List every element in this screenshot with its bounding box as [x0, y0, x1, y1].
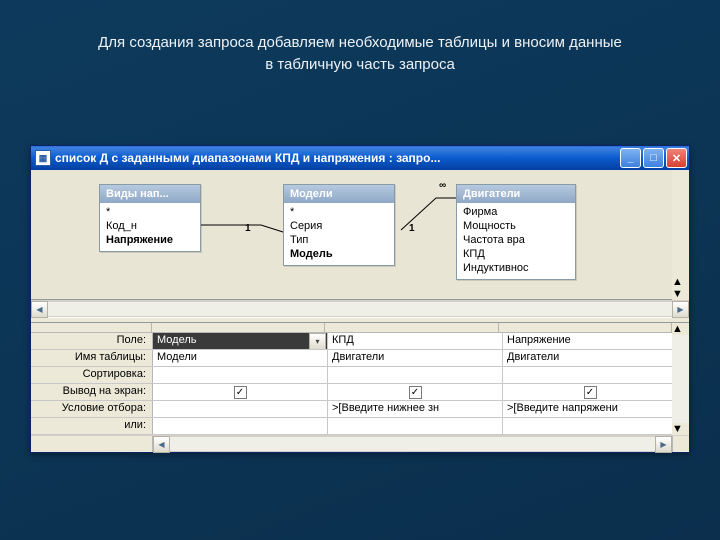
table-fields: Фирма Мощность Частота вра КПД Индуктивн…	[457, 203, 575, 279]
checkbox-checked-icon[interactable]: ✓	[409, 386, 422, 399]
scroll-up-icon[interactable]: ▲	[672, 323, 689, 335]
relationship-diagram[interactable]: 1 1 ∞ Виды нап... * Код_н Напряжение Мод…	[31, 170, 689, 300]
row-label-show: Вывод на экран:	[31, 384, 153, 400]
window-title: список Д с заданными диапазонами КПД и н…	[55, 151, 620, 165]
table-box-vidy-nap[interactable]: Виды нап... * Код_н Напряжение	[99, 184, 201, 252]
criteria-cell[interactable]: >[Введите нижнее зн	[328, 401, 503, 417]
row-label-or: или:	[31, 418, 153, 434]
sort-cell[interactable]	[503, 367, 678, 383]
criteria-cell[interactable]	[153, 401, 328, 417]
query-icon: ▦	[35, 150, 51, 166]
field-cell[interactable]: Напряжение	[503, 333, 678, 349]
checkbox-checked-icon[interactable]: ✓	[584, 386, 597, 399]
titlebar[interactable]: ▦ список Д с заданными диапазонами КПД и…	[31, 146, 689, 170]
field-cell[interactable]: КПД	[328, 333, 503, 349]
row-label-sort: Сортировка:	[31, 367, 153, 383]
row-label-table: Имя таблицы:	[31, 350, 153, 366]
table-cell[interactable]: Двигатели	[328, 350, 503, 366]
scroll-up-icon[interactable]: ▲	[672, 276, 689, 288]
grid-horizontal-scrollbar[interactable]: ◀ ▶	[31, 435, 689, 452]
scroll-left-icon[interactable]: ◀	[153, 436, 170, 453]
table-cell[interactable]: Двигатели	[503, 350, 678, 366]
show-checkbox-cell[interactable]: ✓	[503, 384, 678, 400]
caption-line-2: в табличную часть запроса	[265, 56, 455, 73]
or-cell[interactable]	[153, 418, 328, 434]
query-designer-window: ▦ список Д с заданными диапазонами КПД и…	[30, 145, 690, 453]
diagram-vertical-scrollbar[interactable]: ▲ ▼	[672, 170, 689, 300]
scroll-left-icon[interactable]: ◀	[31, 301, 48, 318]
sort-cell[interactable]	[328, 367, 503, 383]
close-button[interactable]: ✕	[666, 148, 687, 168]
slide-caption: Для создания запроса добавляем необходим…	[0, 0, 720, 76]
table-title: Модели	[284, 185, 394, 203]
scroll-right-icon[interactable]: ▶	[672, 301, 689, 318]
sort-cell[interactable]	[153, 367, 328, 383]
show-checkbox-cell[interactable]: ✓	[153, 384, 328, 400]
relation-infinity-label: ∞	[439, 180, 446, 191]
or-cell[interactable]	[328, 418, 503, 434]
maximize-button[interactable]: □	[643, 148, 664, 168]
caption-line-1: Для создания запроса добавляем необходим…	[98, 34, 622, 51]
table-title: Двигатели	[457, 185, 575, 203]
table-box-dvigateli[interactable]: Двигатели Фирма Мощность Частота вра КПД…	[456, 184, 576, 280]
diagram-horizontal-scrollbar[interactable]: ◀ ▶	[31, 300, 689, 317]
table-fields: * Серия Тип Модель	[284, 203, 394, 265]
criteria-cell[interactable]: >[Введите напряжени	[503, 401, 678, 417]
field-cell[interactable]: Модель	[153, 333, 328, 349]
table-box-modeli[interactable]: Модели * Серия Тип Модель	[283, 184, 395, 266]
grid-vertical-scrollbar[interactable]: ▲ ▼	[672, 323, 689, 435]
row-label-field: Поле:	[31, 333, 153, 349]
or-cell[interactable]	[503, 418, 678, 434]
scroll-right-icon[interactable]: ▶	[655, 436, 672, 453]
scroll-down-icon[interactable]: ▼	[672, 423, 689, 435]
relation-one-label: 1	[409, 223, 415, 234]
minimize-button[interactable]: _	[620, 148, 641, 168]
show-checkbox-cell[interactable]: ✓	[328, 384, 503, 400]
checkbox-checked-icon[interactable]: ✓	[234, 386, 247, 399]
scroll-down-icon[interactable]: ▼	[672, 288, 689, 300]
table-title: Виды нап...	[100, 185, 200, 203]
table-cell[interactable]: Модели	[153, 350, 328, 366]
table-fields: * Код_н Напряжение	[100, 203, 200, 251]
query-design-grid[interactable]: Поле: Модель КПД Напряжение Имя таблицы:…	[31, 323, 672, 435]
row-label-criteria: Условие отбора:	[31, 401, 153, 417]
relation-one-label: 1	[245, 223, 251, 234]
